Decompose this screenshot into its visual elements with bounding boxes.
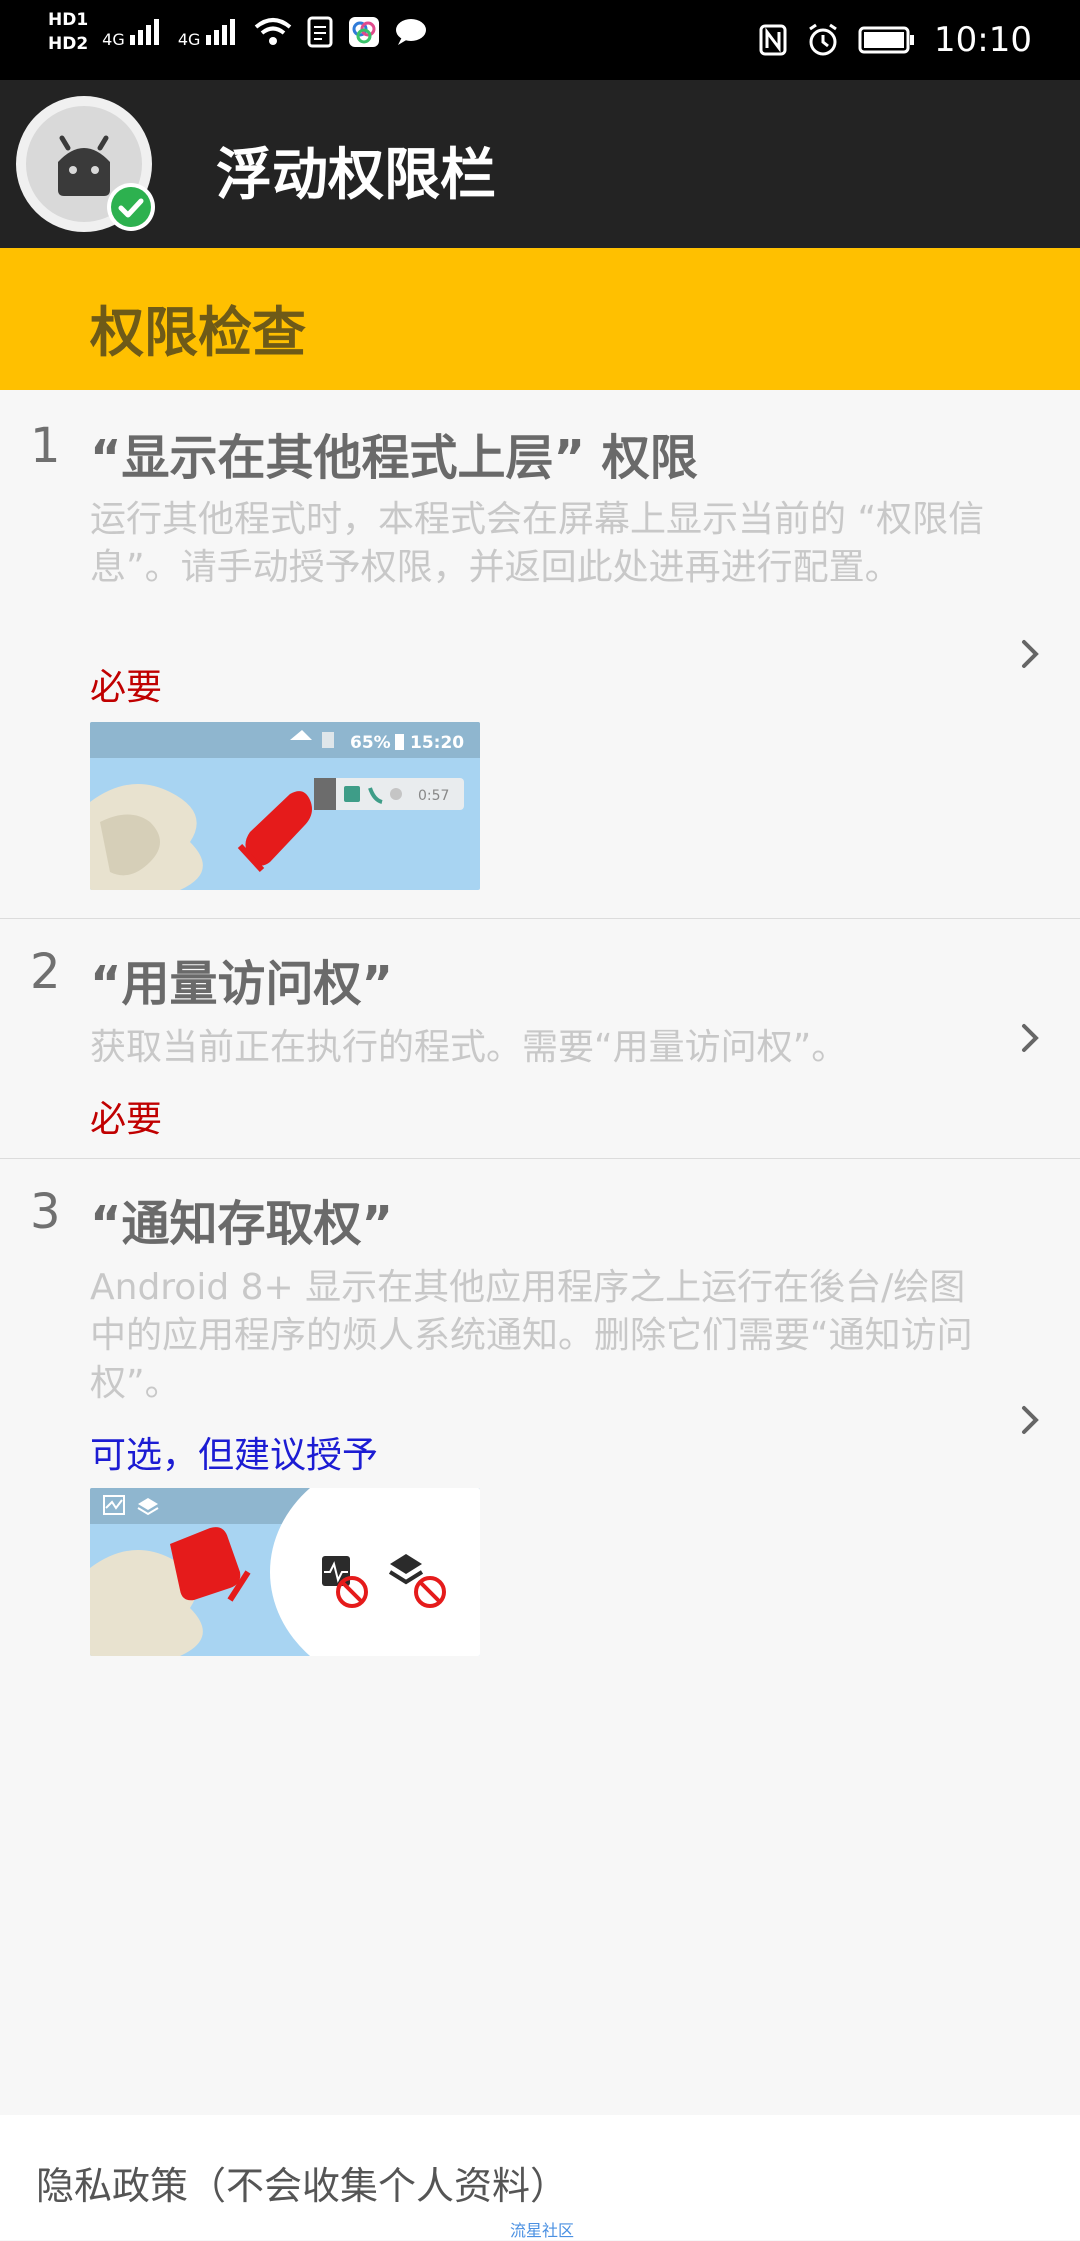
item-number: 2	[30, 944, 61, 1000]
check-badge-icon	[107, 183, 155, 231]
hd1-label: HD1	[48, 10, 89, 30]
item-description: 获取当前正在执行的程式。需要“用量访问权”。	[90, 1027, 848, 1068]
item-description: 运行其他程式时，本程式会在屏幕上显示当前的 “权限信息”。请手动授予权限，并返回…	[90, 499, 985, 588]
status-bar: HD1 HD2 4G 4G 10:10	[0, 0, 1080, 80]
alarm-icon	[809, 23, 837, 56]
item-number: 3	[30, 1184, 61, 1240]
wifi-icon	[254, 18, 291, 45]
preview-timer-text: 0:57	[418, 788, 449, 804]
signal2-label: 4G	[177, 30, 201, 49]
item-title: “通知存取权”	[90, 1196, 394, 1252]
nfc-icon	[759, 24, 787, 56]
signal1-label: 4G	[102, 30, 125, 49]
optional-badge: 可选，但建议授予	[90, 1435, 379, 1476]
item-number: 1	[30, 418, 61, 474]
privacy-policy-link[interactable]: 隐私政策（不会收集个人资料）	[36, 2155, 568, 2210]
signal2-icon: 4G	[178, 15, 240, 49]
required-badge: 必要	[90, 1099, 163, 1140]
item-title: “显示在其他程式上层” 权限	[90, 430, 698, 486]
preview-overlay-image: 65% 15:20 0:57	[90, 722, 480, 890]
preview-time-text: 15:20	[410, 733, 464, 753]
app-icon	[348, 17, 379, 47]
chevron-right-icon	[1022, 1406, 1039, 1434]
watermark: 流星社区	[510, 2221, 575, 2240]
chevron-right-icon	[1022, 1024, 1039, 1052]
chat-icon	[395, 19, 426, 45]
status-left: HD1 HD2 4G 4G	[48, 10, 428, 54]
item-title: “用量访问权”	[90, 956, 394, 1012]
sim-icon	[307, 16, 333, 48]
chevron-right-icon	[1022, 640, 1039, 668]
permission-item-notification[interactable]: 3 “通知存取权” Android 8+ 显示在其他应用程序之上运行在後台/绘图…	[0, 1158, 1080, 1678]
required-badge: 必要	[90, 667, 163, 708]
hd2-label: HD2	[48, 34, 89, 54]
status-right: 10:10	[758, 16, 1032, 64]
footer: 隐私政策（不会收集个人资料） 流星社区	[0, 2115, 1080, 2240]
section-header: 权限检查	[0, 248, 1080, 390]
battery-icon	[858, 26, 915, 54]
clock: 10:10	[934, 20, 1032, 60]
app-bar: 浮动权限栏	[0, 80, 1080, 248]
app-title: 浮动权限栏	[216, 143, 496, 208]
permission-item-usage[interactable]: 2 “用量访问权” 获取当前正在执行的程式。需要“用量访问权”。 必要	[0, 918, 1080, 1159]
item-description: Android 8+ 显示在其他应用程序之上运行在後台/绘图中的应用程序的烦人系…	[90, 1267, 973, 1404]
signal1-icon: 4G	[102, 15, 164, 49]
app-logo	[16, 96, 155, 232]
section-title: 权限检查	[90, 301, 306, 364]
hd-indicators: HD1 HD2	[48, 10, 88, 54]
permission-item-overlay[interactable]: 1 “显示在其他程式上层” 权限 运行其他程式时，本程式会在屏幕上显示当前的 “…	[0, 390, 1080, 919]
preview-battery-text: 65%	[350, 733, 391, 753]
preview-notification-image	[90, 1488, 480, 1656]
